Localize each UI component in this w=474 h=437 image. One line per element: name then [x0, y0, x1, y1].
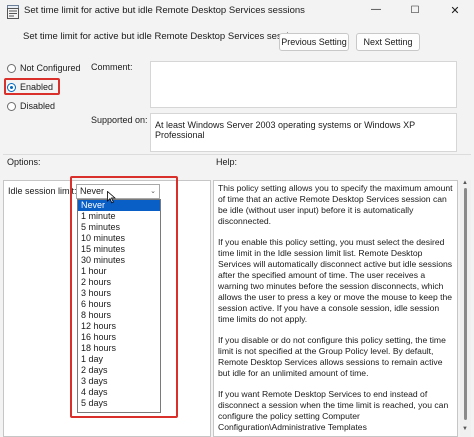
previous-setting-button[interactable]: Previous Setting [279, 33, 349, 51]
close-button[interactable]: ✕ [436, 0, 474, 22]
options-heading: Options: [7, 157, 41, 167]
scroll-up-icon[interactable]: ▲ [462, 180, 468, 186]
comment-label: Comment: [91, 62, 133, 72]
title-bar: Set time limit for active but idle Remot… [0, 0, 474, 22]
supported-on-label: Supported on: [91, 115, 148, 125]
help-scrollbar[interactable]: ▲ ▼ [460, 180, 471, 437]
idle-session-limit-label: Idle session limit: [8, 186, 77, 196]
help-paragraph: If you enable this policy setting, you m… [218, 237, 453, 324]
help-panel: This policy setting allows you to specif… [213, 180, 458, 437]
scrollbar-thumb[interactable] [464, 188, 467, 420]
setting-icon [7, 8, 19, 19]
radio-not-configured[interactable]: Not Configured [7, 63, 81, 73]
maximize-button[interactable]: ☐ [396, 0, 434, 22]
mouse-cursor-icon [107, 191, 116, 204]
highlight-box-dropdown [70, 176, 178, 418]
scroll-down-icon[interactable]: ▼ [462, 426, 468, 432]
next-setting-button[interactable]: Next Setting [356, 33, 420, 51]
help-paragraph: This policy setting allows you to specif… [218, 183, 453, 226]
radio-circle-icon [7, 63, 16, 73]
radio-disabled[interactable]: Disabled [7, 101, 55, 111]
help-paragraph: If you want Remote Desktop Services to e… [218, 389, 449, 432]
minimize-button[interactable]: — [357, 0, 395, 22]
radio-circle-icon [7, 101, 16, 111]
radio-label: Disabled [20, 101, 56, 111]
radio-label: Not Configured [20, 63, 81, 73]
setting-title: Set time limit for active but idle Remot… [23, 31, 304, 42]
help-paragraph: If you disable or do not configure this … [218, 335, 446, 378]
window-title: Set time limit for active but idle Remot… [24, 5, 305, 16]
help-heading: Help: [216, 157, 238, 167]
supported-on-value: At least Windows Server 2003 operating s… [150, 113, 457, 152]
divider [3, 154, 471, 155]
comment-textarea[interactable] [150, 61, 457, 108]
highlight-box-enabled [4, 78, 60, 95]
